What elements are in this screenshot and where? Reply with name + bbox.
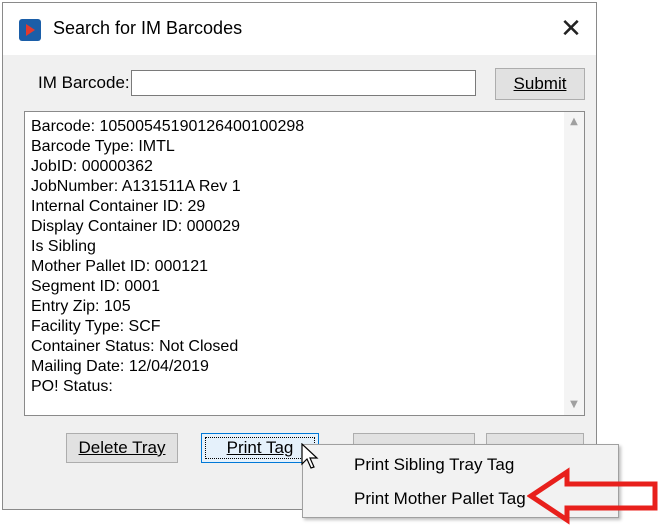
im-barcode-input[interactable] xyxy=(131,70,476,96)
result-line: Segment ID: 0001 xyxy=(31,278,160,295)
result-line: Display Container ID: 000029 xyxy=(31,218,241,235)
im-barcode-label: IM Barcode: xyxy=(38,73,130,92)
result-line: Mother Pallet ID: 000121 xyxy=(31,258,208,275)
submit-button[interactable]: Submit xyxy=(495,68,585,100)
submit-button-label: Submit xyxy=(513,74,567,93)
results-lines: Barcode: 10500545190126400100298 Barcode … xyxy=(31,117,304,397)
result-line: PO! Status: xyxy=(31,378,113,395)
result-line: Mailing Date: 12/04/2019 xyxy=(31,358,209,375)
result-line: Barcode Type: IMTL xyxy=(31,138,175,155)
delete-tray-label: Delete Tray xyxy=(78,438,166,457)
result-line: Internal Container ID: 29 xyxy=(31,198,206,215)
focus-rectangle xyxy=(205,437,315,459)
result-line: Facility Type: SCF xyxy=(31,318,161,335)
vertical-scrollbar[interactable]: ▲ ▼ xyxy=(564,112,584,415)
search-dialog: Search for IM Barcodes ✕ IM Barcode: Sub… xyxy=(2,2,597,510)
result-line: JobNumber: A131511A Rev 1 xyxy=(31,178,241,195)
result-line: Is Sibling xyxy=(31,238,96,255)
result-line: Container Status: Not Closed xyxy=(31,338,239,355)
red-outline-arrow-icon xyxy=(527,467,658,525)
result-line: Barcode: 10500545190126400100298 xyxy=(31,118,305,135)
close-icon[interactable]: ✕ xyxy=(553,11,589,47)
title-bar: Search for IM Barcodes ✕ xyxy=(3,3,596,55)
mouse-cursor-icon xyxy=(301,443,319,469)
window-title: Search for IM Barcodes xyxy=(53,18,243,38)
app-logo-icon xyxy=(19,19,41,41)
results-textbox[interactable]: Barcode: 10500545190126400100298 Barcode … xyxy=(24,111,585,416)
delete-tray-button[interactable]: Delete Tray xyxy=(66,433,178,463)
scroll-up-icon[interactable]: ▲ xyxy=(564,112,584,132)
result-line: JobID: 00000362 xyxy=(31,158,153,175)
scroll-down-icon[interactable]: ▼ xyxy=(564,395,584,415)
result-line: Entry Zip: 105 xyxy=(31,298,131,315)
